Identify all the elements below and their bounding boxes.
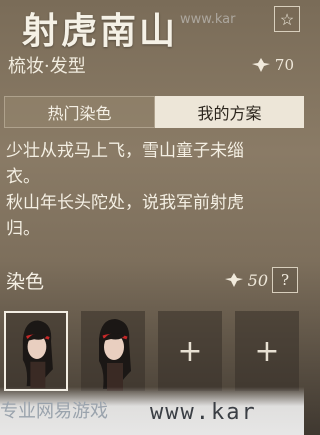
watermark-url: www.kar xyxy=(150,400,257,425)
tab-popular-dyes[interactable]: 热门染色 xyxy=(4,96,155,128)
help-button[interactable]: ? xyxy=(272,267,298,293)
watermark-overlay: 专业网易游戏 www.kar xyxy=(0,387,304,435)
category-subtitle: 梳妆·发型 xyxy=(8,56,86,77)
subtitle-row: 梳妆·发型 70 xyxy=(8,52,294,78)
dye-slot-1[interactable] xyxy=(4,311,68,391)
favorite-button[interactable]: ☆ xyxy=(274,6,300,32)
description-line: 秋山年长头陀处，说我军前射虎 xyxy=(6,193,244,213)
item-description: 少壮从戎马上飞，雪山童子未缁 衣。 秋山年长头陀处，说我军前射虎 归。 xyxy=(6,138,300,242)
page-title: 射虎南山 xyxy=(22,10,179,52)
cost-value: 70 xyxy=(274,56,294,74)
gem-icon xyxy=(251,58,270,72)
scheme-tabs: 热门染色 我的方案 xyxy=(4,96,304,128)
star-icon: ☆ xyxy=(279,9,295,29)
dye-count: 50 xyxy=(247,270,268,290)
character-portrait-icon xyxy=(22,320,53,388)
dye-slot-2[interactable] xyxy=(81,311,145,391)
tab-my-schemes[interactable]: 我的方案 xyxy=(155,96,304,128)
add-slot-button[interactable]: + xyxy=(158,311,222,391)
cost-display: 70 xyxy=(251,56,294,74)
description-line: 少壮从戎马上飞，雪山童子未缁 xyxy=(6,141,244,161)
watermark-top-text: www.kar xyxy=(180,12,236,27)
watermark-text: 专业网易游戏 xyxy=(0,401,108,422)
description-line: 归。 xyxy=(6,219,40,239)
dye-slots: + + xyxy=(4,311,299,391)
dye-header: 染色 50 ? xyxy=(6,265,298,295)
dye-label: 染色 xyxy=(6,270,45,293)
gem-icon xyxy=(224,273,243,287)
description-line: 衣。 xyxy=(6,167,40,187)
dye-cost: 50 ? xyxy=(224,267,298,293)
add-slot-button[interactable]: + xyxy=(235,311,299,391)
character-portrait-icon xyxy=(99,319,131,391)
